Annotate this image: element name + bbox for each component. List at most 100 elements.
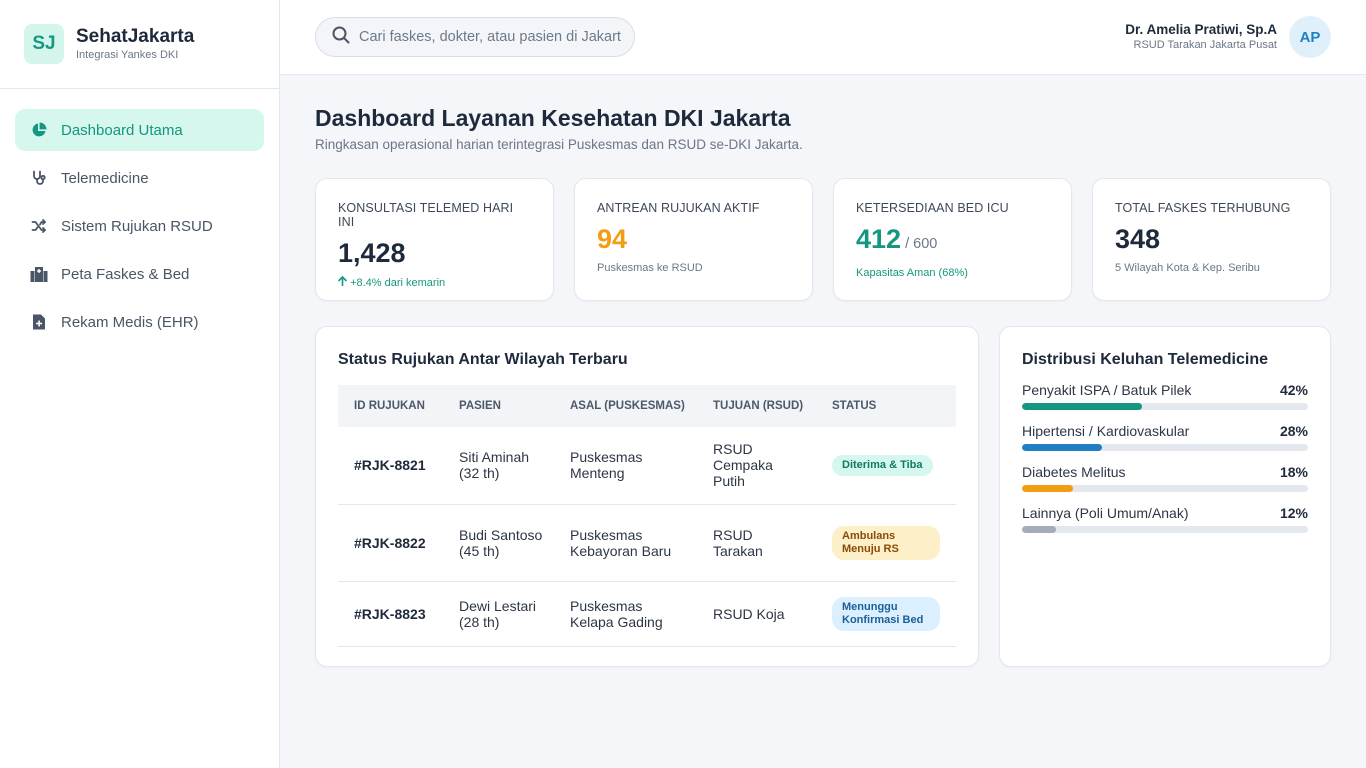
- table-row[interactable]: #RJK-8822 Budi Santoso (45 th) Puskesmas…: [338, 504, 956, 582]
- stat-value: 1,428: [338, 238, 406, 268]
- distribution-percent: 18%: [1279, 464, 1308, 480]
- sidebar-item-label: Dashboard Utama: [61, 121, 183, 139]
- status-badge: Diterima & Tiba: [832, 454, 933, 476]
- destination-cell: RSUD Koja: [697, 581, 816, 647]
- avatar[interactable]: AP: [1289, 16, 1331, 58]
- stat-card-bed-icu: KETERSEDIAAN BED ICU 412 / 600 Kapasitas…: [833, 178, 1072, 301]
- referral-panel: Status Rujukan Antar Wilayah Terbaru ID …: [315, 326, 979, 667]
- progress-fill: [1022, 403, 1143, 410]
- referral-panel-title: Status Rujukan Antar Wilayah Terbaru: [338, 351, 628, 368]
- top-header: Dr. Amelia Pratiwi, Sp.A RSUD Tarakan Ja…: [280, 0, 1366, 75]
- distribution-panel: Distribusi Keluhan Telemedicine Penyakit…: [999, 326, 1331, 667]
- patient-cell: Budi Santoso (45 th): [443, 504, 554, 582]
- destination-cell: RSUD Cempaka Putih: [697, 427, 816, 505]
- brand-subtitle: Integrasi Yankes DKI: [76, 49, 179, 61]
- stat-card-telemed: KONSULTASI TELEMED HARI INI 1,428 +8.4% …: [315, 178, 554, 301]
- sidebar-item-label: Sistem Rujukan RSUD: [61, 217, 213, 235]
- stat-note: Kapasitas Aman (68%): [856, 267, 968, 279]
- distribution-percent: 12%: [1279, 505, 1308, 521]
- stat-unit: / 600: [901, 236, 938, 252]
- user-organization: RSUD Tarakan Jakarta Pusat: [1133, 39, 1277, 51]
- progress-track: [1022, 444, 1308, 451]
- distribution-item: Hipertensi / Kardiovaskular 28%: [1022, 422, 1308, 451]
- distribution-percent: 28%: [1279, 423, 1308, 439]
- arrow-up-icon: [338, 276, 347, 289]
- page-subtitle: Ringkasan operasional harian terintegras…: [315, 137, 803, 152]
- stethoscope-icon: [30, 169, 48, 187]
- stat-trend: +8.4% dari kemarin: [338, 276, 531, 289]
- distribution-item: Diabetes Melitus 18%: [1022, 463, 1308, 492]
- stat-card-antrean: ANTREAN RUJUKAN AKTIF 94 Puskesmas ke RS…: [574, 178, 813, 301]
- progress-track: [1022, 403, 1308, 410]
- brand: SJ SehatJakarta Integrasi Yankes DKI: [0, 0, 279, 89]
- destination-cell: RSUD Tarakan: [697, 504, 816, 582]
- status-cell: Diterima & Tiba: [816, 427, 956, 505]
- progress-fill: [1022, 485, 1074, 492]
- origin-cell: Puskesmas Menteng: [554, 427, 697, 505]
- brand-name: SehatJakarta: [76, 26, 195, 47]
- patient-cell: Siti Aminah (32 th): [443, 427, 554, 505]
- table-header-row: ID RUJUKAN PASIEN ASAL (PUSKESMAS) TUJUA…: [338, 385, 956, 427]
- shuffle-icon: [30, 217, 48, 235]
- stat-note: Puskesmas ke RSUD: [597, 262, 703, 274]
- stat-label: KONSULTASI TELEMED HARI INI: [338, 201, 514, 229]
- sidebar-nav: Dashboard Utama Telemedicine Sistem Ruju…: [0, 89, 279, 343]
- medical-file-icon: [30, 313, 48, 331]
- column-header: TUJUAN (RSUD): [697, 385, 816, 427]
- sidebar-item-rujukan[interactable]: Sistem Rujukan RSUD: [15, 205, 264, 247]
- table-row[interactable]: #RJK-8821 Siti Aminah (32 th) Puskesmas …: [338, 427, 956, 505]
- stat-card-faskes: TOTAL FASKES TERHUBUNG 348 5 Wilayah Kot…: [1092, 178, 1331, 301]
- column-header: STATUS: [816, 385, 956, 427]
- sidebar-item-dashboard[interactable]: Dashboard Utama: [15, 109, 264, 151]
- distribution-item: Lainnya (Poli Umum/Anak) 12%: [1022, 504, 1308, 533]
- distribution-panel-title: Distribusi Keluhan Telemedicine: [1022, 351, 1268, 368]
- origin-cell: Puskesmas Kelapa Gading: [554, 581, 697, 647]
- search-box[interactable]: [315, 17, 635, 57]
- sidebar-item-label: Peta Faskes & Bed: [61, 265, 190, 283]
- sidebar-item-rekam-medis[interactable]: Rekam Medis (EHR): [15, 301, 264, 343]
- referral-id: #RJK-8821: [338, 427, 443, 505]
- user-info: Dr. Amelia Pratiwi, Sp.A RSUD Tarakan Ja…: [1125, 22, 1277, 52]
- column-header: ASAL (PUSKESMAS): [554, 385, 697, 427]
- stat-value: 94: [597, 224, 628, 254]
- search-input[interactable]: [359, 29, 621, 45]
- status-badge: Menunggu Konfirmasi Bed: [832, 596, 940, 631]
- status-cell: Menunggu Konfirmasi Bed: [816, 581, 956, 647]
- distribution-label: Hipertensi / Kardiovaskular: [1022, 423, 1190, 439]
- origin-cell: Puskesmas Kebayoran Baru: [554, 504, 697, 582]
- distribution-label: Lainnya (Poli Umum/Anak): [1022, 505, 1189, 521]
- user-name: Dr. Amelia Pratiwi, Sp.A: [1125, 22, 1277, 37]
- column-header: ID RUJUKAN: [338, 385, 443, 427]
- user-profile[interactable]: Dr. Amelia Pratiwi, Sp.A RSUD Tarakan Ja…: [1125, 16, 1331, 58]
- brand-text: SehatJakarta Integrasi Yankes DKI: [76, 26, 194, 62]
- sidebar-item-peta-faskes[interactable]: Peta Faskes & Bed: [15, 253, 264, 295]
- sidebar-item-telemedicine[interactable]: Telemedicine: [15, 157, 264, 199]
- patient-cell: Dewi Lestari (28 th): [443, 581, 554, 647]
- sidebar-item-label: Telemedicine: [61, 169, 149, 187]
- sidebar-item-label: Rekam Medis (EHR): [61, 313, 199, 331]
- progress-track: [1022, 526, 1308, 533]
- stat-label: ANTREAN RUJUKAN AKTIF: [597, 201, 760, 215]
- progress-track: [1022, 485, 1308, 492]
- brand-logo: SJ: [24, 24, 64, 64]
- stat-value: 412 / 600: [856, 224, 938, 254]
- stat-value: 348: [1115, 224, 1161, 254]
- search-icon: [332, 26, 350, 49]
- distribution-label: Diabetes Melitus: [1022, 464, 1126, 480]
- referral-id: #RJK-8822: [338, 504, 443, 582]
- sidebar: SJ SehatJakarta Integrasi Yankes DKI Das…: [0, 0, 280, 768]
- distribution-label: Penyakit ISPA / Batuk Pilek: [1022, 382, 1192, 398]
- table-row[interactable]: #RJK-8823 Dewi Lestari (28 th) Puskesmas…: [338, 581, 956, 647]
- distribution-item: Penyakit ISPA / Batuk Pilek 42%: [1022, 381, 1308, 410]
- referral-table: ID RUJUKAN PASIEN ASAL (PUSKESMAS) TUJUA…: [338, 385, 956, 647]
- stat-label: TOTAL FASKES TERHUBUNG: [1115, 201, 1291, 215]
- status-cell: Ambulans Menuju RS: [816, 504, 956, 582]
- hospital-icon: [30, 265, 48, 283]
- distribution-percent: 42%: [1279, 382, 1308, 398]
- progress-fill: [1022, 526, 1057, 533]
- stat-note: 5 Wilayah Kota & Kep. Seribu: [1115, 262, 1260, 274]
- pie-chart-icon: [30, 121, 48, 139]
- status-badge: Ambulans Menuju RS: [832, 525, 940, 560]
- progress-fill: [1022, 444, 1103, 451]
- referral-id: #RJK-8823: [338, 581, 443, 647]
